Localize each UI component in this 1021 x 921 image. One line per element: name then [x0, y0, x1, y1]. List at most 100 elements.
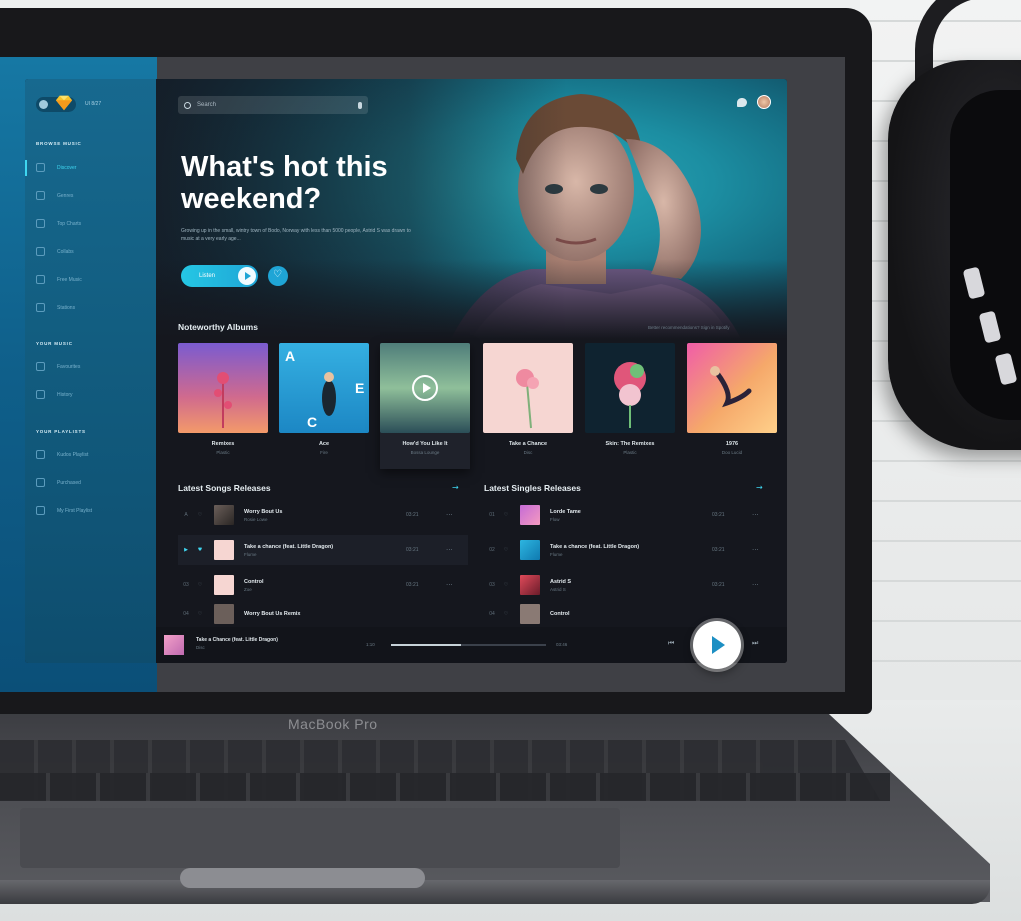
sidebar-item-discover[interactable]: Discover: [36, 163, 76, 172]
single-row[interactable]: 04 ♡ Control: [484, 604, 774, 624]
more-icon[interactable]: ···: [752, 546, 774, 554]
album-cover: [687, 343, 777, 433]
users-icon: [36, 247, 45, 256]
hero-title: What's hot this weekend?: [181, 151, 388, 215]
active-indicator: [25, 160, 27, 176]
heart-icon[interactable]: ♡: [500, 512, 512, 518]
microphone-icon[interactable]: [358, 101, 362, 109]
song-row[interactable]: A ♡ Worry Bout Us Rosie Lowe 03:21 ···: [178, 500, 468, 530]
heart-icon[interactable]: ♡: [194, 582, 206, 588]
more-icon[interactable]: ···: [446, 581, 468, 589]
track-title: Lorde Tame: [550, 508, 581, 515]
track-number: 02: [489, 547, 495, 553]
arrow-right-icon[interactable]: →: [452, 483, 459, 492]
sign-in-link[interactable]: Better recommendations? Sign in Spotify: [648, 325, 730, 330]
now-playing-artist: Disc: [196, 645, 205, 650]
track-duration: 03:21: [406, 512, 419, 518]
track-thumbnail: [214, 604, 234, 624]
track-thumbnail: [214, 540, 234, 560]
track-number: 04: [183, 611, 189, 617]
track-info: Worry Bout Us Rosie Lowe: [244, 509, 406, 522]
sidebar-item-genres[interactable]: Genres: [36, 191, 73, 200]
more-icon[interactable]: ···: [752, 511, 774, 519]
song-row-playing[interactable]: ▶ ♥ Take a chance (feat. Little Dragon) Fl…: [178, 535, 468, 565]
heart-icon[interactable]: ♡: [500, 611, 512, 617]
note-icon: [36, 478, 45, 487]
album-card[interactable]: A E C Ace Fire: [279, 343, 369, 455]
song-row[interactable]: 04 ♡ Worry Bout Us Remix: [178, 604, 468, 624]
singles-section-title: Latest Singles Releases: [484, 483, 581, 493]
now-playing-title: Take a Chance (feat. Little Dragon): [196, 637, 278, 643]
headphones-icon: [36, 275, 45, 284]
track-duration: 03:21: [406, 547, 419, 553]
browse-heading: BROWSE MUSIC: [36, 141, 82, 146]
song-row[interactable]: 03 ♡ Control Zoe 03:21 ···: [178, 570, 468, 600]
grid-icon: [36, 191, 45, 200]
elapsed-time: 1:10: [366, 642, 375, 647]
chat-icon[interactable]: [737, 97, 747, 107]
album-card[interactable]: Remixes Plastic: [178, 343, 268, 455]
listen-button[interactable]: Listen: [181, 265, 258, 287]
album-title: Ace: [318, 441, 330, 447]
album-artist: Plastic: [623, 450, 637, 455]
play-icon[interactable]: ▶: [178, 547, 194, 553]
heart-icon[interactable]: ♡: [194, 512, 206, 518]
track-artist: Flume: [244, 551, 257, 557]
track-title: Take a chance (feat. Little Dragon): [244, 543, 334, 550]
music-app-window: UI 8/27 BROWSE MUSIC Discover Genres Top…: [25, 79, 787, 663]
album-title: Take a Chance: [508, 441, 548, 447]
sidebar-item-top-charts[interactable]: Top Charts: [36, 219, 81, 228]
sidebar-item-my-first-playlist[interactable]: My First Playlist: [36, 506, 92, 515]
heart-icon[interactable]: ♡: [194, 611, 206, 617]
avatar[interactable]: [757, 95, 771, 109]
search-icon: [184, 101, 191, 109]
sidebar-item-favourites[interactable]: Favourites: [36, 362, 80, 371]
listen-label: Listen: [199, 273, 216, 279]
album-cover: [380, 343, 470, 433]
search-input[interactable]: Search: [197, 102, 352, 108]
arrow-right-icon[interactable]: →: [756, 483, 763, 492]
track-thumbnail: [520, 505, 540, 525]
search-bar[interactable]: Search: [178, 96, 368, 114]
album-cover: A E C: [279, 343, 369, 433]
favourite-button[interactable]: [268, 266, 288, 286]
single-row[interactable]: 01 ♡ Lorde Tame Flow 03:21 ···: [484, 500, 774, 530]
heart-icon[interactable]: ♥: [194, 547, 206, 553]
flower-art: [214, 372, 232, 428]
track-thumbnail: [520, 575, 540, 595]
sidebar-item-kudos-playlist[interactable]: Kudos Playlist: [36, 450, 88, 459]
single-row[interactable]: 03 ♡ Astrid S Astrid S 03:21 ···: [484, 570, 774, 600]
sidebar-item-collabs[interactable]: Collabs: [36, 247, 74, 256]
album-card[interactable]: 1976 Doo Lucid: [687, 343, 777, 455]
track-info: Astrid S Astrid S: [550, 579, 712, 592]
album-card[interactable]: Skin: The Remixes Plastic: [585, 343, 675, 455]
album-cover: [585, 343, 675, 433]
heart-icon[interactable]: ♡: [500, 547, 512, 553]
track-thumbnail: [214, 505, 234, 525]
heart-icon[interactable]: ♡: [500, 582, 512, 588]
sidebar-item-stations[interactable]: Stations: [36, 303, 75, 312]
your-music-heading: YOUR MUSIC: [36, 341, 73, 346]
sidebar-item-purchased[interactable]: Purchased: [36, 478, 81, 487]
sidebar-item-history[interactable]: History: [36, 390, 73, 399]
hero-banner: Search What's hot this weekend? Growing …: [156, 79, 787, 339]
sidebar-item-free-music[interactable]: Free Music: [36, 275, 82, 284]
sketch-logo-icon: [55, 95, 73, 111]
single-row[interactable]: 02 ♡ Take a chance (feat. Little Dragon) F…: [484, 535, 774, 565]
progress-slider[interactable]: [391, 644, 546, 646]
track-info: Worry Bout Us Remix: [244, 611, 468, 617]
previous-icon[interactable]: ⏮: [668, 639, 674, 648]
more-icon[interactable]: ···: [752, 581, 774, 589]
sidebar-item-label: History: [57, 391, 73, 398]
compass-icon: [36, 163, 45, 172]
album-card[interactable]: Take a Chance Disc: [483, 343, 573, 455]
album-card-selected[interactable]: How'd You Like It Bossa Lounge: [380, 343, 470, 469]
play-icon[interactable]: [412, 375, 438, 401]
more-icon[interactable]: ···: [446, 546, 468, 554]
album-title: Skin: The Remixes: [605, 441, 655, 447]
top-right-icons: [737, 95, 771, 109]
track-title: Worry Bout Us Remix: [244, 611, 301, 617]
play-button[interactable]: [693, 621, 741, 669]
next-icon[interactable]: ⏭: [752, 639, 758, 648]
more-icon[interactable]: ···: [446, 511, 468, 519]
